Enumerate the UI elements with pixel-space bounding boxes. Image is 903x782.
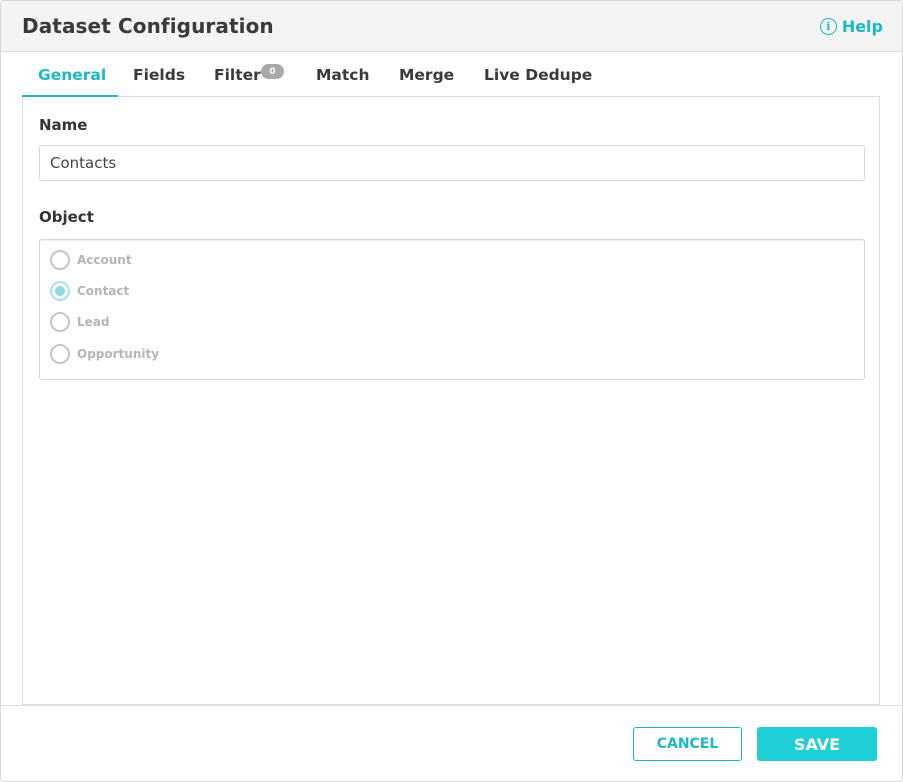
radio-label: Account — [77, 253, 132, 267]
radio-button[interactable] — [50, 312, 70, 332]
help-link[interactable]: i Help — [819, 17, 883, 36]
radio-label: Lead — [77, 315, 110, 329]
tab-general[interactable]: General — [38, 66, 106, 84]
name-input[interactable] — [39, 145, 865, 181]
radio-label: Opportunity — [77, 347, 160, 361]
radio-selected-dot — [55, 286, 65, 296]
tab-match[interactable]: Match — [316, 66, 370, 84]
tab-filter[interactable]: Filter — [214, 66, 261, 84]
info-icon: i — [819, 18, 837, 35]
tab-merge[interactable]: Merge — [399, 66, 454, 84]
object-label: Object — [39, 208, 94, 226]
name-label: Name — [39, 116, 88, 134]
radio-option-account[interactable]: Account — [50, 250, 132, 270]
radio-label: Contact — [77, 284, 130, 298]
radio-button-selected[interactable] — [50, 281, 70, 301]
object-radio-group: Account Contact Lead Opportunity — [39, 239, 865, 380]
dialog-header: Dataset Configuration i Help — [1, 1, 902, 52]
tab-bar: General Fields Filter 0 Match Merge Live… — [22, 52, 880, 97]
radio-option-lead[interactable]: Lead — [50, 312, 109, 332]
cancel-button[interactable]: CANCEL — [633, 727, 742, 761]
tab-fields[interactable]: Fields — [133, 66, 185, 84]
dialog-title: Dataset Configuration — [22, 14, 274, 38]
radio-button[interactable] — [50, 250, 70, 270]
dataset-configuration-dialog: Dataset Configuration i Help General Fie… — [0, 0, 903, 782]
radio-button[interactable] — [50, 344, 70, 364]
filter-count-badge: 0 — [261, 64, 284, 79]
radio-option-opportunity[interactable]: Opportunity — [50, 344, 159, 364]
dialog-footer: CANCEL SAVE — [1, 705, 902, 781]
save-button[interactable]: SAVE — [757, 727, 877, 761]
tab-live-dedupe[interactable]: Live Dedupe — [484, 66, 592, 84]
help-label: Help — [841, 17, 883, 36]
radio-option-contact[interactable]: Contact — [50, 281, 129, 301]
general-tab-panel: Name Object Account Contact Lead Opportu… — [22, 97, 880, 705]
